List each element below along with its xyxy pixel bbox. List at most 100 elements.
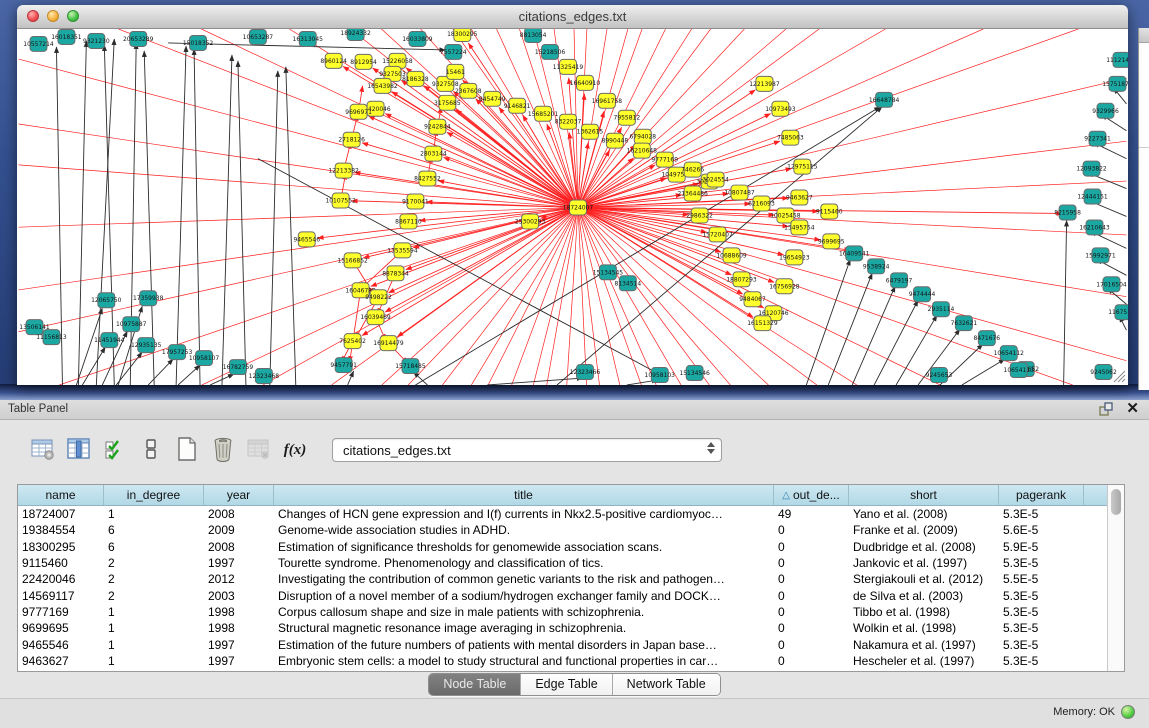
citation-edge[interactable] bbox=[194, 49, 200, 385]
graph-node[interactable]: 18924332 bbox=[340, 29, 371, 40]
table-cell[interactable]: 9115460 bbox=[18, 555, 104, 571]
table-cell[interactable]: 9777169 bbox=[18, 604, 104, 620]
graph-node[interactable]: 1362615 bbox=[577, 124, 604, 139]
tab-edge-table[interactable]: Edge Table bbox=[521, 674, 612, 695]
table-cell[interactable]: Franke et al. (2009) bbox=[849, 522, 999, 538]
table-cell[interactable]: 19384554 bbox=[18, 522, 104, 538]
graph-node[interactable]: 16640910 bbox=[570, 75, 601, 90]
table-cell[interactable]: 0 bbox=[774, 604, 849, 620]
graph-node[interactable]: 12444151 bbox=[1077, 189, 1108, 204]
table-cell[interactable]: Changes of HCN gene expression and I(f) … bbox=[274, 506, 774, 522]
graph-node[interactable]: 15992971 bbox=[1085, 248, 1116, 263]
citation-edge[interactable] bbox=[176, 46, 186, 385]
table-cell[interactable]: Genome-wide association studies in ADHD. bbox=[274, 522, 774, 538]
graph-node[interactable]: 8215958 bbox=[1054, 205, 1081, 220]
graph-node[interactable]: 12975115 bbox=[787, 159, 818, 174]
table-cell[interactable]: Hescheler et al. (1997) bbox=[849, 653, 999, 669]
network-window-titlebar[interactable]: citations_edges.txt bbox=[17, 5, 1128, 29]
table-cell[interactable]: 2009 bbox=[204, 522, 274, 538]
graph-node[interactable]: 12935135 bbox=[131, 338, 162, 353]
graph-node[interactable]: 9457791 bbox=[330, 358, 357, 373]
table-cell[interactable]: 9699695 bbox=[18, 620, 104, 636]
citation-edge[interactable] bbox=[806, 259, 850, 385]
graph-node[interactable]: 16033809 bbox=[402, 31, 433, 46]
table-cell[interactable]: 2008 bbox=[204, 539, 274, 555]
table-row[interactable]: 1872400712008Changes of HCN gene express… bbox=[18, 506, 1107, 522]
table-cell[interactable]: Wolkin et al. (1998) bbox=[849, 620, 999, 636]
graph-node[interactable]: 16756928 bbox=[769, 279, 800, 294]
graph-node[interactable]: 12323468 bbox=[249, 369, 280, 384]
graph-node[interactable]: 10958107 bbox=[189, 351, 220, 366]
vertical-scrollbar[interactable] bbox=[1107, 485, 1124, 671]
table-row[interactable]: 946554611997Estimation of the future num… bbox=[18, 636, 1107, 652]
table-cell[interactable]: Structural magnetic resonance image aver… bbox=[274, 620, 774, 636]
citation-edge[interactable] bbox=[1064, 220, 1067, 385]
table-cell[interactable]: Jankovic et al. (1997) bbox=[849, 555, 999, 571]
graph-node[interactable]: 16018351 bbox=[51, 29, 82, 44]
table-cell[interactable]: 9463627 bbox=[18, 653, 104, 669]
table-cell[interactable]: 18300295 bbox=[18, 539, 104, 555]
table-cell[interactable]: Dudbridge et al. (2008) bbox=[849, 539, 999, 555]
graph-node[interactable]: 15720407 bbox=[702, 227, 733, 242]
table-cell[interactable]: 1 bbox=[104, 604, 204, 620]
citation-edge[interactable] bbox=[578, 158, 634, 208]
table-cell[interactable]: Corpus callosum shape and size in male p… bbox=[274, 604, 774, 620]
table-cell[interactable]: Yano et al. (2008) bbox=[849, 506, 999, 522]
citation-edge[interactable] bbox=[447, 132, 578, 207]
graph-node[interactable]: 12323466 bbox=[570, 365, 601, 380]
table-cell[interactable]: 6 bbox=[104, 522, 204, 538]
graph-node[interactable]: 9321230 bbox=[83, 33, 110, 48]
citation-edge[interactable] bbox=[828, 273, 872, 385]
table-cell[interactable]: 5.3E-5 bbox=[999, 653, 1084, 669]
graph-node[interactable]: 15751874 bbox=[1102, 76, 1128, 91]
graph-node[interactable]: 12093822 bbox=[1076, 161, 1107, 176]
graph-node[interactable]: 8813054 bbox=[520, 29, 547, 42]
table-selector-dropdown[interactable]: citations_edges.txt bbox=[332, 438, 722, 462]
table-cell[interactable]: 0 bbox=[774, 522, 849, 538]
table-cell[interactable]: 1998 bbox=[204, 620, 274, 636]
graph-node[interactable]: 10688609 bbox=[716, 248, 747, 263]
table-cell[interactable]: 1997 bbox=[204, 555, 274, 571]
table-cell[interactable]: 9465546 bbox=[18, 636, 104, 652]
graph-node[interactable]: 10975887 bbox=[116, 317, 147, 332]
table-cell[interactable]: 2008 bbox=[204, 506, 274, 522]
graph-node[interactable]: 13535594 bbox=[387, 243, 418, 258]
graph-node[interactable]: 7955812 bbox=[614, 110, 641, 125]
graph-node[interactable]: 8471676 bbox=[974, 331, 1001, 346]
table-cell[interactable]: 1997 bbox=[204, 636, 274, 652]
table-cell[interactable]: 1997 bbox=[204, 653, 274, 669]
table-cell[interactable]: Disruption of a novel member of a sodium… bbox=[274, 587, 774, 603]
graph-node[interactable]: 11325419 bbox=[553, 59, 584, 74]
table-row[interactable]: 911546021997Tourette syndrome. Phenomeno… bbox=[18, 555, 1107, 571]
table-columns-button[interactable] bbox=[64, 435, 94, 465]
table-panel-header[interactable]: Table Panel ✕ bbox=[0, 400, 1149, 420]
function-builder-button[interactable]: f(x) bbox=[280, 435, 310, 465]
graph-node[interactable]: 12213987 bbox=[749, 76, 780, 91]
graph-node[interactable]: 15461 bbox=[446, 64, 465, 79]
table-row[interactable]: 1456911722003Disruption of a novel membe… bbox=[18, 587, 1107, 603]
table-cell[interactable]: 1 bbox=[104, 636, 204, 652]
graph-node[interactable]: 7557224 bbox=[440, 44, 467, 59]
column-header-pagerank[interactable]: pagerank bbox=[999, 485, 1084, 505]
graph-node[interactable]: 16914479 bbox=[373, 336, 404, 351]
table-cell[interactable]: 22420046 bbox=[18, 571, 104, 587]
graph-node[interactable]: 17359938 bbox=[133, 291, 164, 306]
table-cell[interactable]: Investigating the contribution of common… bbox=[274, 571, 774, 587]
graph-node[interactable]: 9463627 bbox=[786, 190, 813, 205]
table-cell[interactable]: 1 bbox=[104, 620, 204, 636]
table-cell[interactable]: 5.3E-5 bbox=[999, 604, 1084, 620]
graph-node[interactable]: 8878344 bbox=[382, 266, 409, 281]
table-cell[interactable]: 0 bbox=[774, 587, 849, 603]
graph-node[interactable]: 9538924 bbox=[863, 259, 890, 274]
graph-node[interactable]: 19654923 bbox=[779, 250, 810, 265]
graph-node[interactable]: 8322037 bbox=[555, 114, 582, 129]
table-cell[interactable]: 5.3E-5 bbox=[999, 555, 1084, 571]
graph-node[interactable]: 8912954 bbox=[350, 54, 377, 69]
citation-edge[interactable] bbox=[144, 51, 154, 385]
graph-node[interactable]: 7625402 bbox=[339, 334, 366, 349]
table-cell[interactable]: Estimation of significance thresholds fo… bbox=[274, 539, 774, 555]
table-cell[interactable]: 2 bbox=[104, 587, 204, 603]
table-cell[interactable]: 5.9E-5 bbox=[999, 539, 1084, 555]
citation-edge[interactable] bbox=[130, 43, 136, 385]
network-view[interactable]: 8960124891295415226058932750316543982818… bbox=[17, 29, 1128, 385]
